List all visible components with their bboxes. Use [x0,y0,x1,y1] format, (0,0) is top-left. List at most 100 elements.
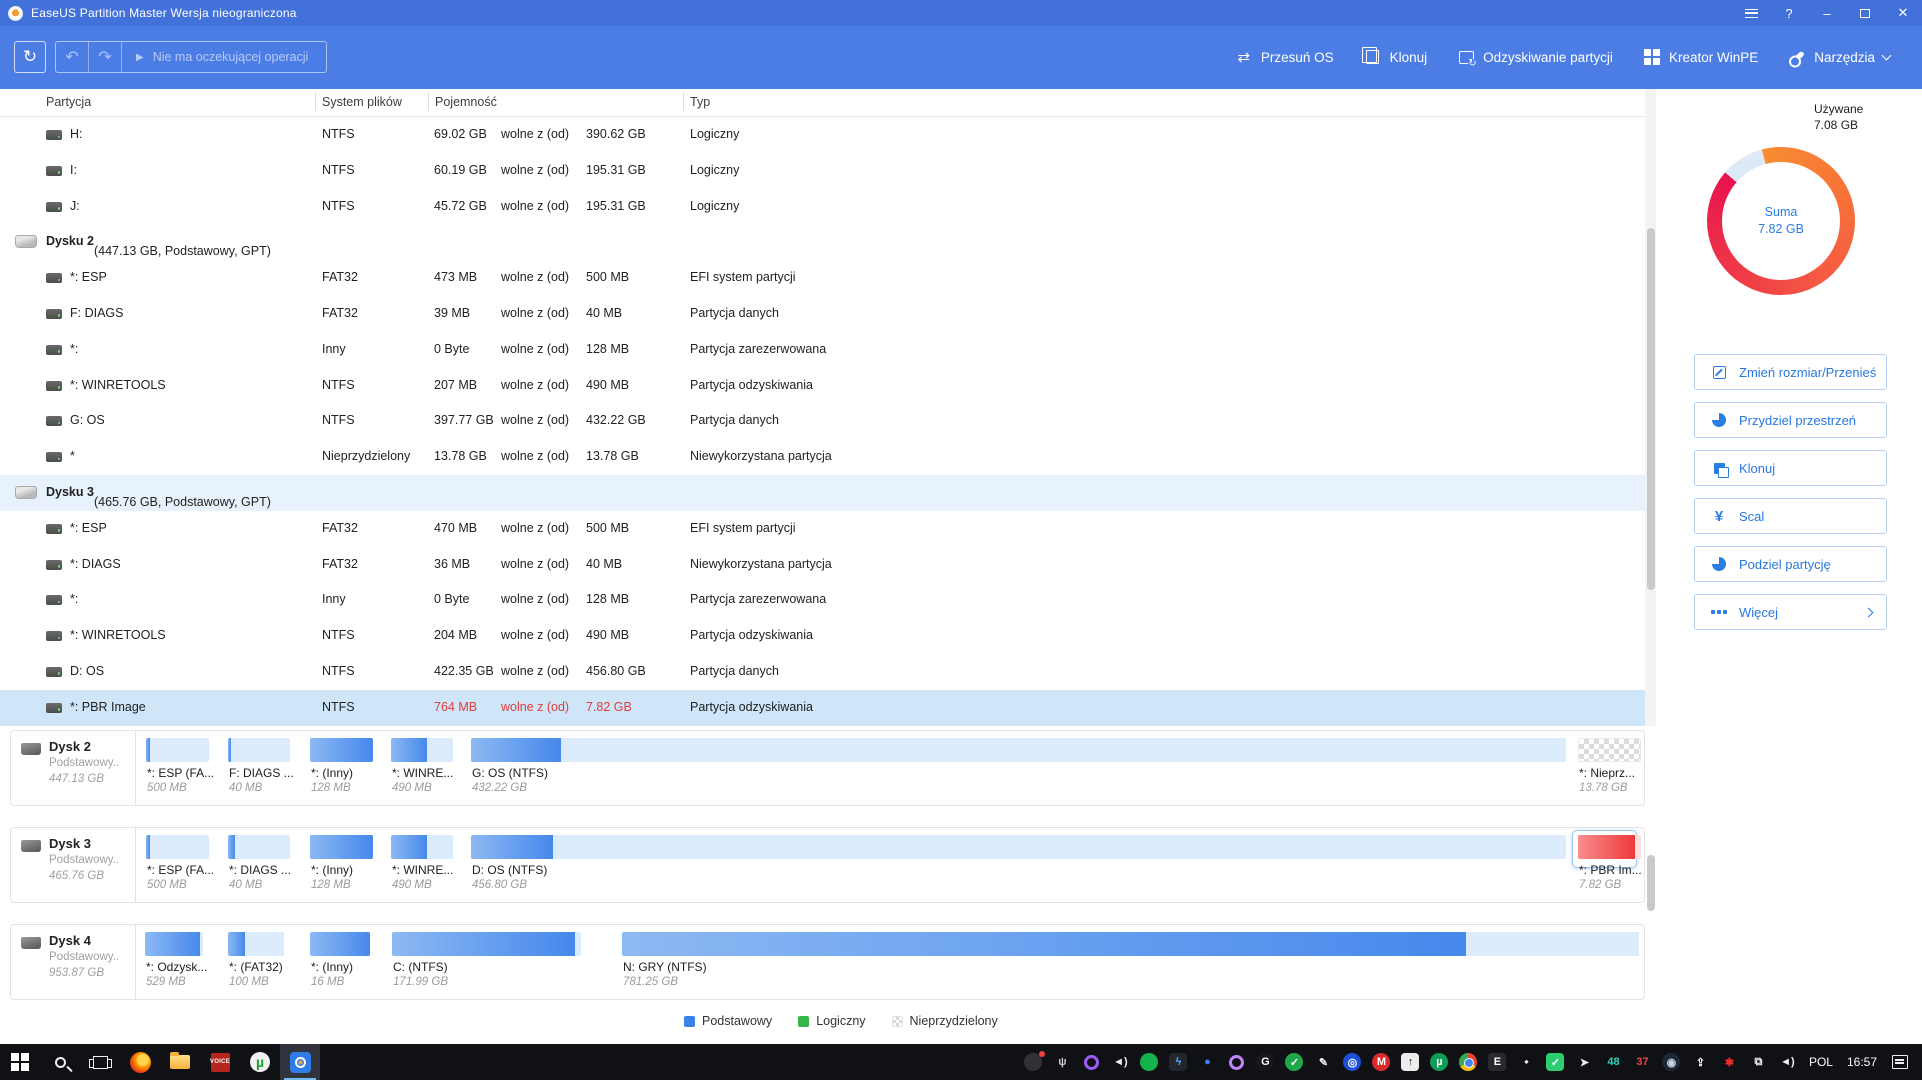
more-button[interactable]: Więcej [1694,594,1887,630]
taskbar-app-start[interactable] [0,1044,40,1080]
disk-map-partition[interactable]: *: (Inny)128 MB [310,835,373,859]
tray-icon-discord[interactable] [1019,1044,1048,1080]
table-row[interactable]: J:NTFS45.72 GBwolne z (od)195.31 GBLogic… [0,189,1645,225]
table-row[interactable]: *Nieprzydzielony13.78 GBwolne z (od)13.7… [0,439,1645,475]
clock[interactable]: 16:57 [1840,1055,1884,1069]
table-row[interactable]: G: OSNTFS397.77 GBwolne z (od)432.22 GBP… [0,403,1645,439]
disk-map-partition[interactable]: *: WINRE...490 MB [391,738,453,762]
tray-icon-usb-device[interactable]: ⇪ [1686,1044,1715,1080]
tray-icon-logitech-ring[interactable] [1222,1044,1251,1080]
maximize-button[interactable] [1846,0,1884,26]
tray-icon-bug-red[interactable]: ✱ [1715,1044,1744,1080]
disk-map-partition[interactable]: *: WINRE...490 MB [391,835,453,859]
clone-button[interactable]: Klonuj [1694,450,1887,486]
tray-icon-speaker[interactable]: ◄) [1773,1044,1802,1080]
tray-icon-chrome[interactable] [1454,1044,1483,1080]
table-scrollbar-thumb[interactable] [1647,228,1655,590]
toolbar-action-tools[interactable]: Narzędzia [1788,48,1890,66]
tray-icon-pen-tablet[interactable]: ✎ [1309,1044,1338,1080]
tray-icon-logitech-g[interactable]: G [1251,1044,1280,1080]
tray-icon-sensor-48[interactable]: 48 [1599,1044,1628,1080]
disk-map-partition[interactable]: C: (NTFS)171.99 GB [392,932,581,956]
table-row[interactable]: I:NTFS60.19 GBwolne z (od)195.31 GBLogic… [0,153,1645,189]
tray-icon-epic-games[interactable]: E [1483,1044,1512,1080]
taskbar-app-file-explorer[interactable] [160,1044,200,1080]
table-row[interactable]: D: OSNTFS422.35 GBwolne z (od)456.80 GBP… [0,654,1645,690]
disk-map-partition[interactable]: *: DIAGS ...40 MB [228,835,290,859]
disk-map-partition[interactable]: *: (Inny)128 MB [310,738,373,762]
undo-button[interactable]: ↶ [56,42,89,72]
toolbar-action-move-os[interactable]: ⇄Przesuń OS [1235,48,1334,66]
table-row[interactable]: *: ESPFAT32470 MBwolne z (od)500 MBEFI s… [0,511,1645,547]
refresh-button[interactable]: ↻ [14,41,46,73]
tray-icon-mail-alert[interactable]: M [1367,1044,1396,1080]
taskbar-app-voicemeeter[interactable]: VOICE [200,1044,240,1080]
table-row[interactable]: H:NTFS69.02 GBwolne z (od)390.62 GBLogic… [0,117,1645,153]
tray-icon-adguard[interactable] [1135,1044,1164,1080]
toolbar-action-partition-recovery[interactable]: Odzyskiwanie partycji [1457,48,1613,66]
toolbar-action-clone[interactable]: Klonuj [1364,48,1428,66]
toolbar-action-winpe-creator[interactable]: Kreator WinPE [1643,48,1758,66]
table-scrollbar[interactable] [1645,89,1656,726]
table-row-disk[interactable]: Dysku 3 (465.76 GB, Podstawowy, GPT) [0,475,1645,511]
tray-icon-network-monitor[interactable]: ⧉ [1744,1044,1773,1080]
allocate-space-button[interactable]: Przydziel przestrzeń [1694,402,1887,438]
disk-map-label[interactable]: Dysk 4Podstawowy..953.87 GB [11,925,136,999]
tray-icon-updater-arrow[interactable]: ↑ [1396,1044,1425,1080]
table-row[interactable]: *: WINRETOOLSNTFS204 MBwolne z (od)490 M… [0,618,1645,654]
table-row[interactable]: *: DIAGSFAT3236 MBwolne z (od)40 MBNiewy… [0,547,1645,583]
redo-button[interactable]: ↷ [89,42,122,72]
table-row[interactable]: F: DIAGSFAT3239 MBwolne z (od)40 MBParty… [0,296,1645,332]
tray-icon-defender-shield[interactable]: ✓ [1541,1044,1570,1080]
tray-icon-microphone[interactable]: ⬩ [1512,1044,1541,1080]
language-indicator[interactable]: POL [1802,1055,1840,1069]
tray-icon-sensor-37[interactable]: 37 [1628,1044,1657,1080]
taskbar-app-easeus-partition-master[interactable] [280,1044,320,1080]
disk-map-partition[interactable]: *: ESP (FA...500 MB [146,738,209,762]
disk-map-partition[interactable]: *: ESP (FA...500 MB [146,835,209,859]
tray-icon-lightning[interactable]: ϟ [1164,1044,1193,1080]
table-row[interactable]: *: ESPFAT32473 MBwolne z (od)500 MBEFI s… [0,260,1645,296]
disk-map-partition[interactable]: D: OS (NTFS)456.80 GB [471,835,1566,859]
tray-icon-water-drop[interactable]: ● [1193,1044,1222,1080]
tray-icon-utorrent-tray[interactable]: µ [1425,1044,1454,1080]
tray-icon-atom[interactable]: ◎ [1338,1044,1367,1080]
close-button[interactable]: ✕ [1884,0,1922,26]
disk-map-label[interactable]: Dysk 2Podstawowy..447.13 GB [11,731,136,805]
filesystem: NTFS [322,163,355,177]
disk-map-partition[interactable]: N: GRY (NTFS)781.25 GB [622,932,1639,956]
tray-icon-shield-check[interactable]: ✓ [1280,1044,1309,1080]
disk-map-partition[interactable]: *: Nieprz...13.78 GB [1578,738,1641,762]
disk-map-partition[interactable]: *: Odzysk...529 MB [145,932,203,956]
table-row[interactable]: *: PBR ImageNTFS764 MBwolne z (od)7.82 G… [0,690,1645,726]
disk-map-partition[interactable]: *: (Inny)16 MB [310,932,370,956]
tray-icon-antenna[interactable]: ψ [1048,1044,1077,1080]
table-row[interactable]: *: WINRETOOLSNTFS207 MBwolne z (od)490 M… [0,368,1645,404]
split-partition-button[interactable]: Podziel partycję [1694,546,1887,582]
help-button[interactable]: ? [1770,0,1808,26]
resize-move-button[interactable]: Zmień rozmiar/Przenieś [1694,354,1887,390]
taskbar-app-utorrent[interactable]: µ [240,1044,280,1080]
taskbar-app-search[interactable] [40,1044,80,1080]
disk-map-partition[interactable]: *: PBR Im...7.82 GB [1573,831,1636,867]
disk-map-partition[interactable]: *: (FAT32)100 MB [228,932,284,956]
disk-map-label[interactable]: Dysk 3Podstawowy..465.76 GB [11,828,136,902]
tray-icon-obs-ring[interactable] [1077,1044,1106,1080]
partition-icon [46,524,62,534]
action-center-icon[interactable] [1892,1055,1908,1069]
merge-button[interactable]: ¥Scal [1694,498,1887,534]
taskbar-app-firefox[interactable] [120,1044,160,1080]
table-row[interactable]: *:Inny0 Bytewolne z (od)128 MBPartycja z… [0,332,1645,368]
menu-button[interactable] [1732,0,1770,26]
tray-icon-cursor[interactable]: ➤ [1570,1044,1599,1080]
tray-icon-steam[interactable]: ◉ [1657,1044,1686,1080]
disk-map-partition[interactable]: G: OS (NTFS)432.22 GB [471,738,1566,762]
disk-map-partition[interactable]: F: DIAGS ...40 MB [228,738,290,762]
diskmap-scrollbar-thumb[interactable] [1647,855,1655,911]
pending-operations-button[interactable]: ▶ Nie ma oczekującej operacji [122,50,326,64]
minimize-button[interactable]: – [1808,0,1846,26]
table-row-disk[interactable]: Dysku 2 (447.13 GB, Podstawowy, GPT) [0,224,1645,260]
table-row[interactable]: *:Inny0 Bytewolne z (od)128 MBPartycja z… [0,582,1645,618]
tray-icon-volume-mixer[interactable]: ◄) [1106,1044,1135,1080]
taskbar-app-task-view[interactable] [80,1044,120,1080]
